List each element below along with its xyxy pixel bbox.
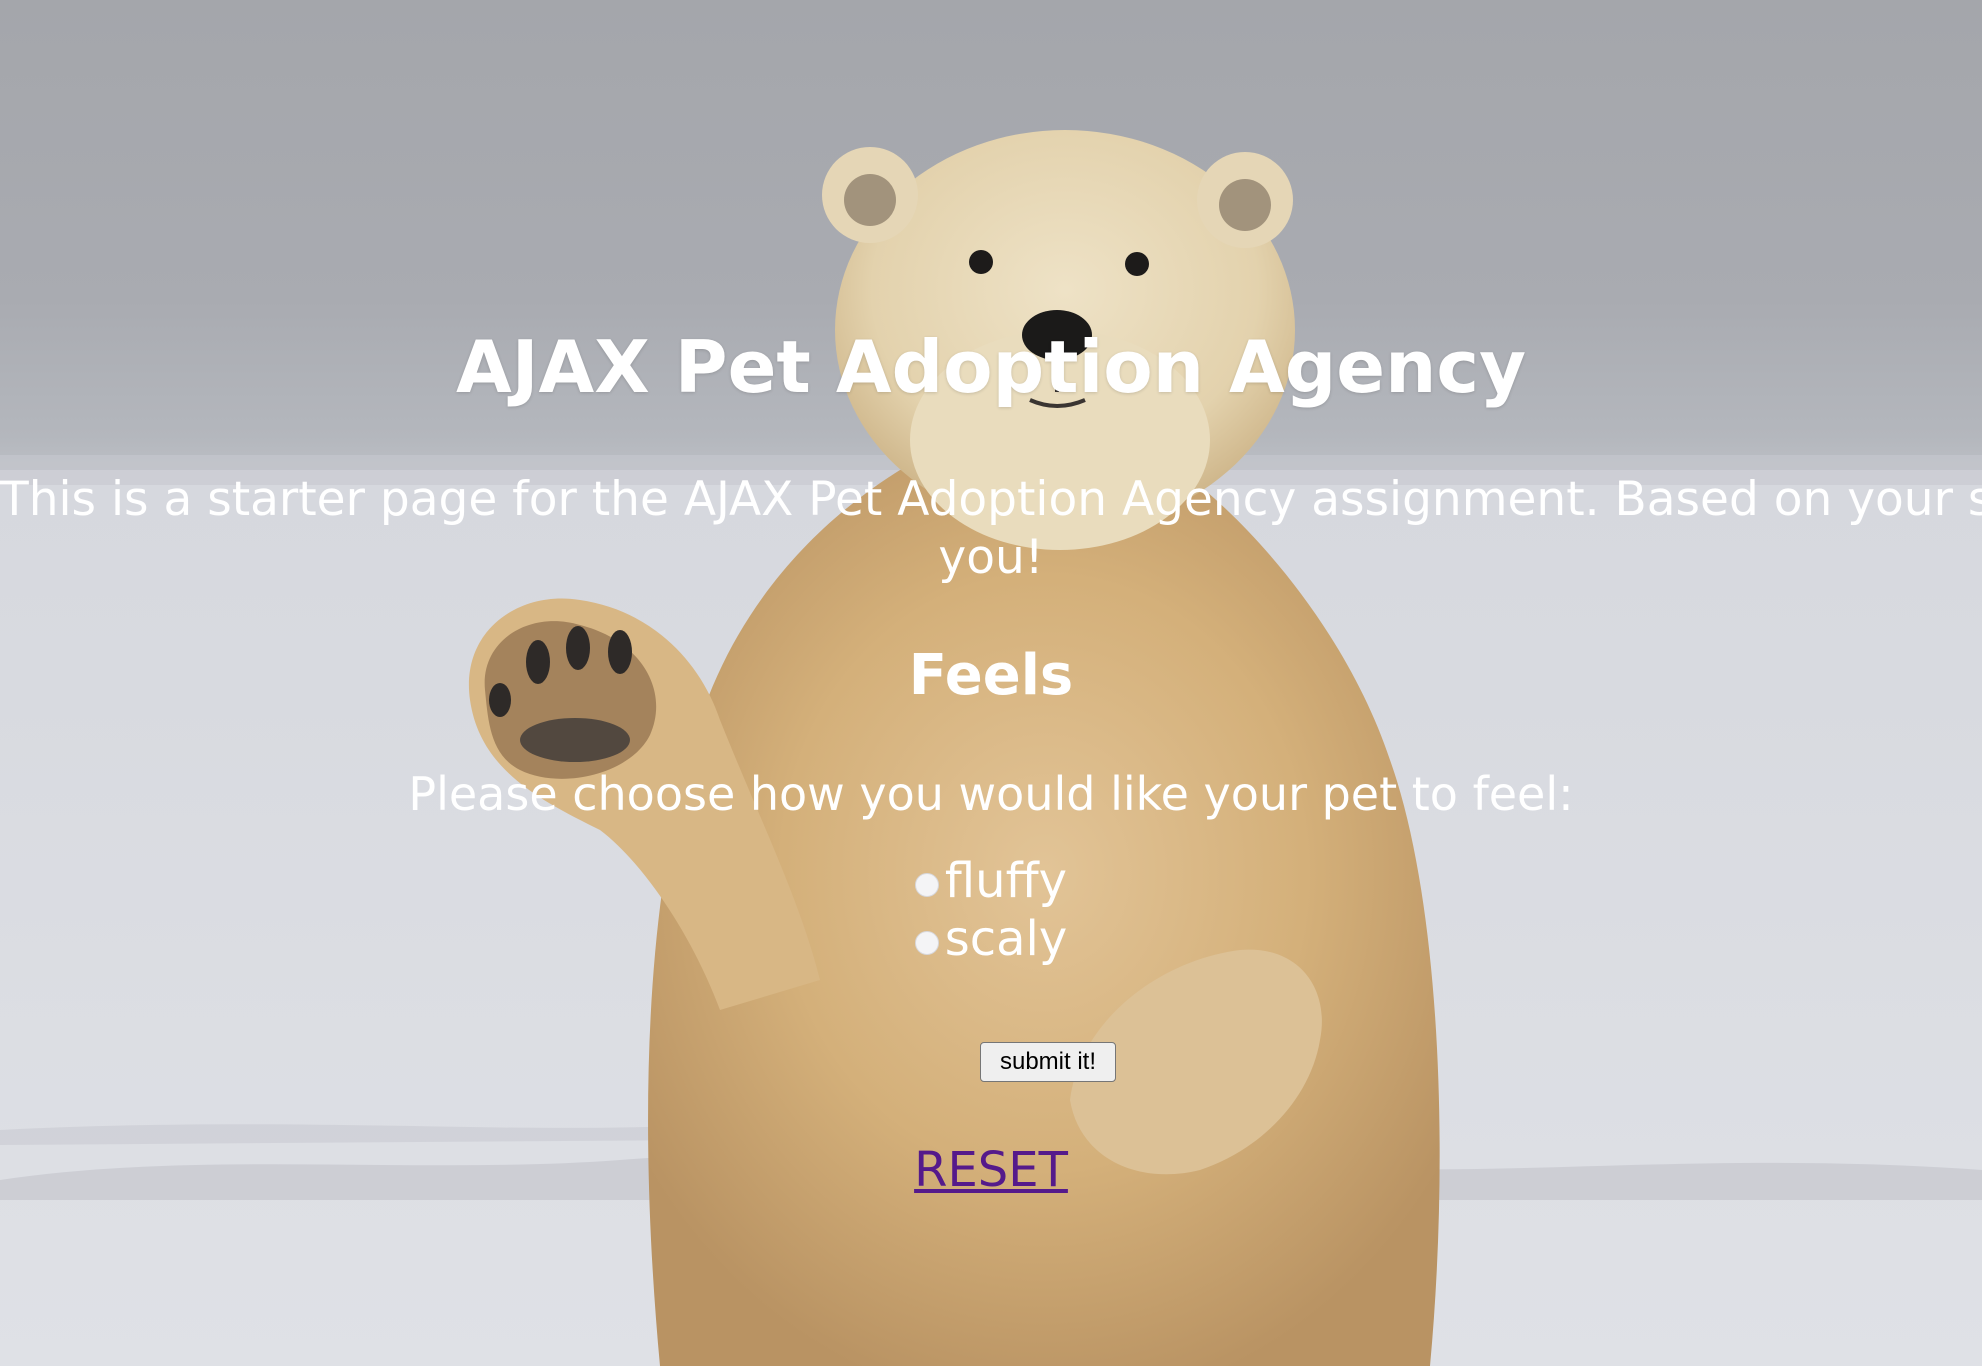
radio-scaly[interactable] [914,931,939,955]
option-fluffy[interactable]: fluffy [0,852,1982,910]
submit-button[interactable]: submit it! [980,1042,1116,1082]
reset-link-container: RESET [0,1138,1982,1202]
section-title: Feels [908,643,1074,708]
feel-options: fluffy scaly [0,852,1982,968]
intro-text: This is a starter page for the AJAX Pet … [0,460,1982,600]
intro-text-line-2: you! [938,530,1044,585]
reset-link[interactable]: RESET [914,1142,1068,1198]
form-prompt: Please choose how you would like your pe… [408,767,1574,821]
option-label: scaly [944,911,1068,967]
intro-text-line-1: This is a starter page for the AJAX Pet … [0,472,1982,527]
option-scaly[interactable]: scaly [0,910,1982,968]
page-content: AJAX Pet Adoption Agency This is a start… [0,0,1982,1366]
option-label: fluffy [944,853,1068,909]
radio-fluffy[interactable] [914,873,939,897]
page-title: AJAX Pet Adoption Agency [455,325,1526,409]
